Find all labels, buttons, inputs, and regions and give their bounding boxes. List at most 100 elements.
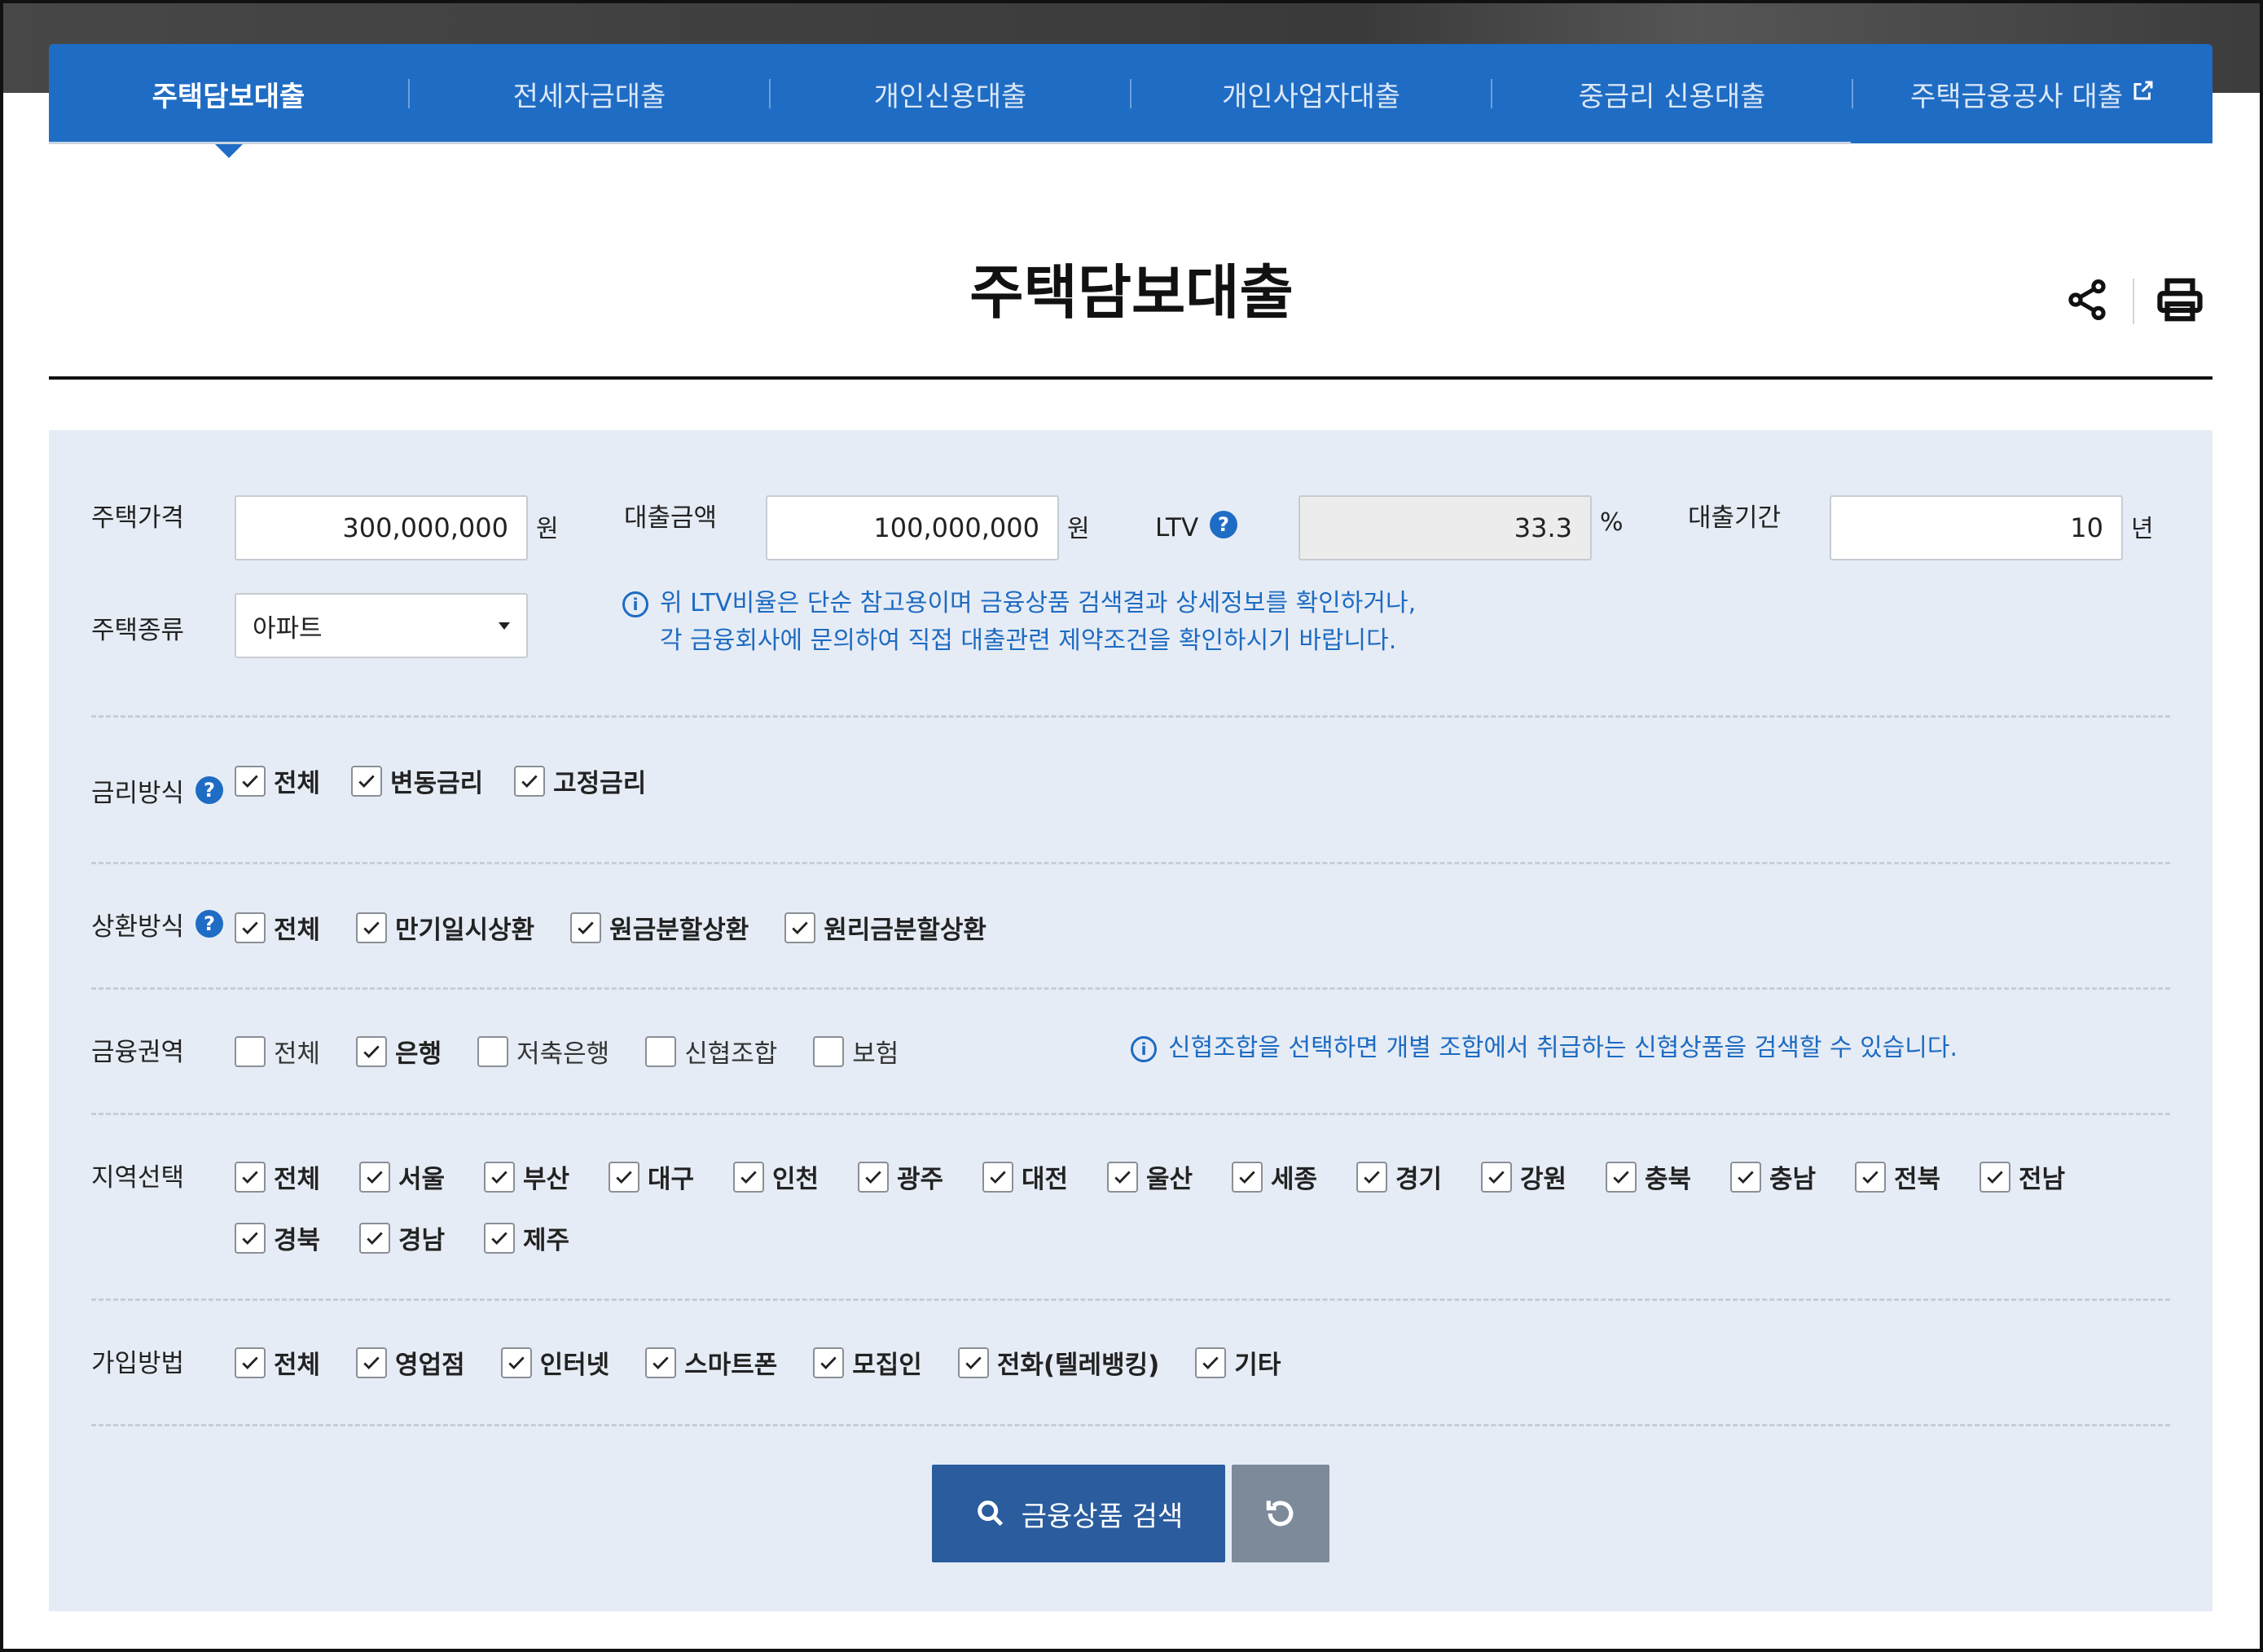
rate-checkbox-2[interactable]: 고정금리 [514,762,646,799]
checkbox-label: 제주 [523,1226,570,1255]
chevron-down-icon [499,622,510,630]
region-checkbox-1[interactable]: 서울 [359,1158,484,1195]
sector-note: i 신협조합을 선택하면 개별 조합에서 취급하는 신협상품을 검색할 수 있습니… [1131,1030,1958,1067]
checkbox-label: 영업점 [395,1351,465,1380]
sector-checkbox-4[interactable]: 보험 [813,1033,899,1070]
region-checkbox-0[interactable]: 전체 [235,1158,359,1195]
section-divider [91,862,2170,864]
join-checkbox-6[interactable]: 기타 [1195,1344,1281,1381]
tab-label: 개인신용대출 [873,80,1027,113]
ltv-help-icon[interactable]: ? [1210,510,1238,538]
checkbox-label: 경북 [274,1226,321,1255]
checkbox-checked-icon [359,1161,390,1193]
region-checkbox-12[interactable]: 충남 [1730,1158,1855,1195]
rate-type-label-text: 금리방식 [91,779,185,808]
house-type-select[interactable]: 아파트 [235,593,528,658]
checkbox-label: 전북 [1894,1165,1941,1194]
rate-type-help-icon[interactable]: ? [195,775,223,804]
ltv-label-text: LTV [1155,513,1199,543]
checkbox-label: 원리금분할상환 [824,916,986,945]
active-tab-caret [213,143,244,158]
ltv-readout [1298,495,1592,560]
region-checkbox-15[interactable]: 경북 [235,1219,359,1256]
join-checkbox-4[interactable]: 모집인 [813,1344,922,1381]
join-checkbox-3[interactable]: 스마트폰 [645,1344,777,1381]
checkbox-checked-icon [235,1222,266,1254]
checkbox-label: 경기 [1395,1165,1443,1194]
region-checkbox-16[interactable]: 경남 [359,1219,484,1256]
loan-amount-input[interactable] [766,495,1059,560]
repayment-checkbox-1[interactable]: 만기일시상환 [356,909,534,946]
sector-checkbox-3[interactable]: 신협조합 [645,1033,777,1070]
region-checkbox-10[interactable]: 강원 [1481,1158,1606,1195]
region-options: 전체 서울 부산 대구 인천 광주 대전 울산 세종 경기 강원 충북 충남 전북 전남경북 경남 제주 [235,1158,2157,1256]
region-checkbox-6[interactable]: 대전 [982,1158,1107,1195]
checkbox-checked-icon [235,1347,266,1378]
share-icon [2064,277,2110,326]
tab-underline [49,142,1851,144]
region-checkbox-9[interactable]: 경기 [1356,1158,1481,1195]
checkbox-checked-icon [356,912,388,943]
region-checkbox-11[interactable]: 충북 [1606,1158,1730,1195]
loan-amount-label: 대출금액 [624,503,718,533]
region-checkbox-13[interactable]: 전북 [1855,1158,1980,1195]
search-button[interactable]: 금융상품 검색 [932,1465,1225,1562]
checkbox-checked-icon [1195,1347,1227,1378]
repayment-checkbox-3[interactable]: 원리금분할상환 [784,909,986,946]
sector-label: 금융권역 [91,1038,185,1067]
sector-checkbox-1[interactable]: 은행 [356,1033,442,1070]
checkbox-checked-icon [359,1222,390,1254]
checkbox-label: 전체 [274,1039,321,1069]
house-price-input[interactable] [235,495,528,560]
checkbox-checked-icon [235,1161,266,1193]
region-checkbox-7[interactable]: 울산 [1107,1158,1232,1195]
title-divider [49,376,2212,380]
sector-checkbox-0[interactable]: 전체 [235,1033,320,1070]
checkbox-checked-icon [609,1161,639,1193]
tab-jeonse-loan[interactable]: 전세자금대출 [410,44,769,143]
page-title: 주택담보대출 [969,258,1294,327]
region-checkbox-5[interactable]: 광주 [858,1158,982,1195]
rate-checkbox-0[interactable]: 전체 [235,762,320,799]
region-checkbox-2[interactable]: 부산 [484,1158,609,1195]
rate-checkbox-1[interactable]: 변동금리 [351,762,483,799]
region-checkbox-14[interactable]: 전남 [1980,1158,2104,1195]
house-price-unit: 원 [536,515,559,543]
loan-period-input[interactable] [1830,495,2123,560]
join-checkbox-5[interactable]: 전화(텔레뱅킹) [957,1344,1160,1381]
checkbox-checked-icon [484,1222,515,1254]
search-conditions-panel: 주택가격 원 대출금액 원 LTV ? % 대출기간 년 주택종류 아파트 i위… [49,430,2212,1611]
share-button[interactable] [2054,269,2120,334]
info-icon: i [1131,1035,1157,1062]
region-checkbox-4[interactable]: 인천 [733,1158,858,1195]
join-checkbox-2[interactable]: 인터넷 [500,1344,609,1381]
print-button[interactable] [2147,269,2212,334]
join-checkbox-1[interactable]: 영업점 [356,1344,465,1381]
checkbox-label: 모집인 [852,1351,922,1380]
repayment-help-icon[interactable]: ? [195,909,223,938]
join-method-label: 가입방법 [91,1349,185,1378]
checkbox-label: 스마트폰 [684,1351,778,1380]
checkbox-label: 전화(텔레뱅킹) [996,1351,1160,1380]
checkbox-checked-icon [645,1347,677,1378]
tab-business-loan[interactable]: 개인사업자대출 [1132,44,1491,143]
checkbox-checked-icon [858,1161,889,1193]
join-checkbox-0[interactable]: 전체 [235,1344,320,1381]
region-checkbox-17[interactable]: 제주 [484,1219,609,1256]
checkbox-checked-icon [500,1347,532,1378]
region-checkbox-8[interactable]: 세종 [1232,1158,1356,1195]
tab-hf-loan[interactable]: 주택금융공사 대출 [1853,44,2212,143]
ltv-note-line1: 위 LTV비율은 단순 참고용이며 금융상품 검색결과 상세정보를 확인하거나, [660,589,1417,617]
product-tab-bar: 주택담보대출 전세자금대출 개인신용대출 개인사업자대출 중금리 신용대출 주택… [49,44,2212,158]
checkbox-checked-icon [235,912,266,943]
tab-mortgage-loan[interactable]: 주택담보대출 [49,44,408,158]
repayment-checkbox-2[interactable]: 원금분할상환 [570,909,749,946]
print-icon [2155,275,2205,328]
tab-personal-credit-loan[interactable]: 개인신용대출 [771,44,1130,143]
section-divider [91,1424,2170,1426]
sector-checkbox-2[interactable]: 저축은행 [477,1033,609,1070]
repayment-checkbox-0[interactable]: 전체 [235,909,320,946]
tab-mid-rate-credit-loan[interactable]: 중금리 신용대출 [1492,44,1852,143]
region-checkbox-3[interactable]: 대구 [609,1158,733,1195]
reset-button[interactable] [1232,1465,1329,1562]
